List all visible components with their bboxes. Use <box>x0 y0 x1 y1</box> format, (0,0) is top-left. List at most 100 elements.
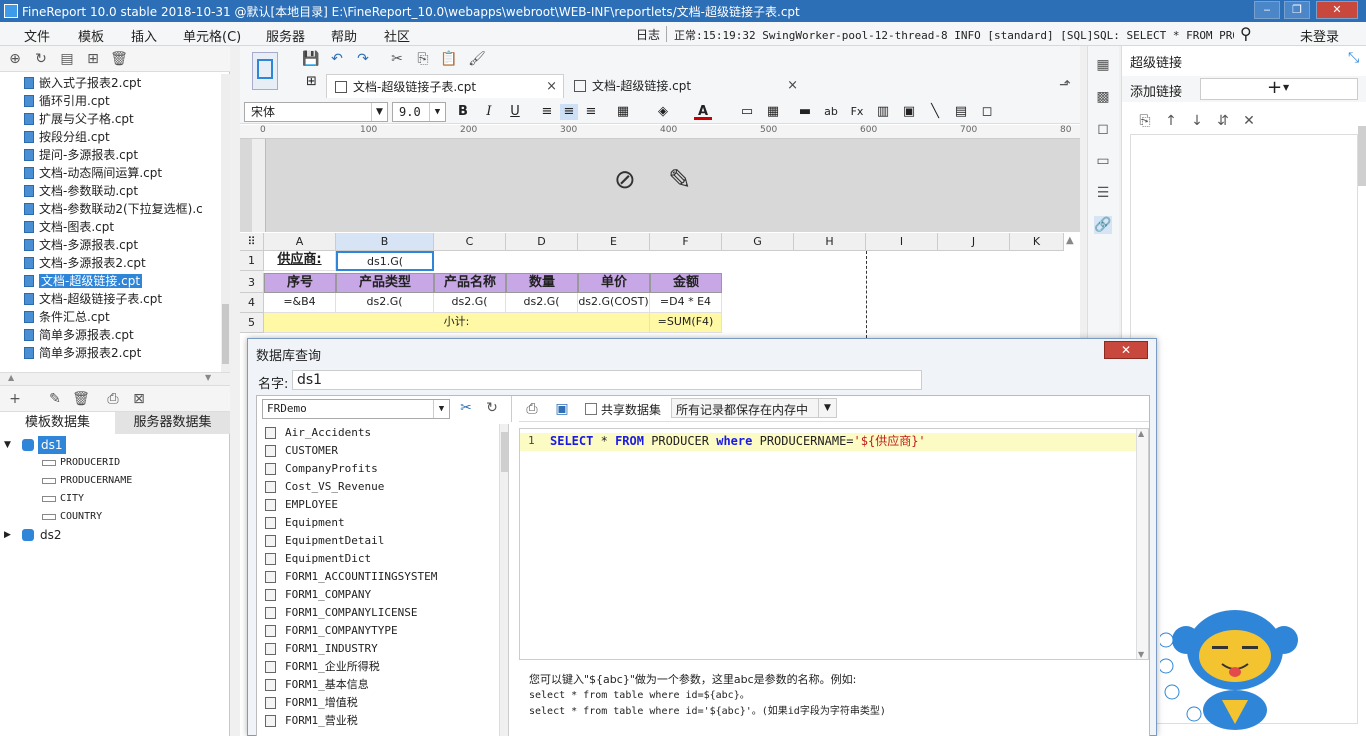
data-cell[interactable]: ds2.G( <box>506 293 578 313</box>
cell-attr-icon[interactable]: ▦ <box>1094 56 1112 74</box>
table-item[interactable]: EquipmentDetail <box>259 532 508 550</box>
login-status[interactable]: 未登录 <box>1300 26 1339 45</box>
file-item[interactable]: 文档-参数联动2(下拉复选框).c <box>0 200 220 218</box>
cut-icon[interactable]: ✂ <box>388 50 406 68</box>
data-cell[interactable]: ds2.G( <box>336 293 434 313</box>
cell-grid-icon[interactable]: ⊞ <box>306 74 317 89</box>
preview-icon[interactable]: ⎙ <box>104 390 122 408</box>
share-dataset-checkbox[interactable] <box>585 403 597 415</box>
header-cell[interactable]: 金额 <box>650 273 722 293</box>
table-item[interactable]: FORM1_COMPANYLICENSE <box>259 604 508 622</box>
dataset-name-input[interactable]: ds1 <box>292 370 922 390</box>
fill-color-icon[interactable]: ◈ <box>654 104 672 120</box>
copy-link-icon[interactable]: ⎘ <box>1136 112 1154 130</box>
cache-mode-select[interactable]: 所有记录都保存在内存中 ▼ <box>671 398 837 418</box>
table-item[interactable]: Equipment <box>259 514 508 532</box>
column-header[interactable]: K <box>1010 233 1064 251</box>
menu-help[interactable]: 帮助 <box>331 26 357 45</box>
align-left-icon[interactable]: ≡ <box>538 104 556 120</box>
sql-editor[interactable]: 1 SELECT * FROM PRODUCER where PRODUCERN… <box>519 428 1149 660</box>
align-center-icon[interactable]: ≡ <box>560 104 578 120</box>
refresh-tables-icon[interactable]: ↻ <box>483 399 501 417</box>
delete-dataset-icon[interactable]: 🗑 <box>72 390 90 408</box>
file-item[interactable]: 文档-超级链接子表.cpt <box>0 290 220 308</box>
locate-icon[interactable]: ⊞ <box>84 50 102 68</box>
table-item[interactable]: FORM1_INDUSTRY <box>259 640 508 658</box>
cell-b1[interactable]: ds1.G( <box>336 251 434 271</box>
search-icon[interactable]: ⚲ <box>1240 24 1252 43</box>
file-item[interactable]: 循环引用.cpt <box>0 92 220 110</box>
edit-pencil-icon[interactable]: ✎ <box>668 163 691 196</box>
more-insert-icon[interactable]: ◻ <box>978 104 996 120</box>
header-cell[interactable]: 产品类型 <box>336 273 434 293</box>
select-all-corner[interactable]: ⠿ <box>240 233 264 251</box>
menu-file[interactable]: 文件 <box>24 26 50 45</box>
database-select[interactable]: FRDemo ▼ <box>262 399 450 419</box>
open-icon[interactable]: ▤ <box>58 50 76 68</box>
file-item[interactable]: 文档-多源报表.cpt <box>0 236 220 254</box>
column-header[interactable]: C <box>434 233 506 251</box>
file-item[interactable]: 文档-超级链接.cpt <box>0 272 220 290</box>
parameter-icon[interactable]: ⊠ <box>130 390 148 408</box>
restore-button[interactable]: ❐ <box>1284 1 1310 19</box>
merge-cells-icon[interactable]: ▭ <box>738 104 756 120</box>
file-item[interactable]: 文档-动态隔间运算.cpt <box>0 164 220 182</box>
row-header[interactable]: 3 <box>240 273 264 293</box>
move-down-icon[interactable]: ↓ <box>1188 112 1206 130</box>
column-header[interactable]: A <box>264 233 336 251</box>
header-cell[interactable]: 产品名称 <box>434 273 506 293</box>
data-cell[interactable]: =D4 * E4 <box>650 293 722 313</box>
image-icon[interactable]: ▣ <box>900 104 918 120</box>
column-header[interactable]: E <box>578 233 650 251</box>
field-country[interactable]: COUNTRY <box>0 508 230 526</box>
header-cell[interactable]: 单价 <box>578 273 650 293</box>
add-link-button[interactable]: + ▼ <box>1200 77 1358 100</box>
row-header[interactable]: 1 <box>240 251 264 271</box>
paste-icon[interactable]: 📋 <box>440 50 458 68</box>
split-cells-icon[interactable]: ▦ <box>764 104 782 120</box>
tree-node-ds2[interactable]: ▶ ds2 <box>0 526 230 544</box>
bold-icon[interactable]: B <box>454 104 472 120</box>
file-item[interactable]: 简单多源报表.cpt <box>0 326 220 344</box>
minimize-button[interactable]: ‒ <box>1254 1 1280 19</box>
menu-template[interactable]: 模板 <box>78 26 104 45</box>
menu-community[interactable]: 社区 <box>384 26 410 45</box>
table-item[interactable]: EquipmentDict <box>259 550 508 568</box>
delete-icon[interactable]: 🗑 <box>110 50 128 68</box>
subtotal-formula-cell[interactable]: =SUM(F4) <box>650 313 722 333</box>
save-icon[interactable]: 💾 <box>302 50 320 68</box>
cell-a1[interactable]: 供应商: <box>264 251 336 271</box>
table-item[interactable]: FORM1_COMPANY <box>259 586 508 604</box>
condition-attr-icon[interactable]: ▩ <box>1094 88 1112 106</box>
tab-server-datasets[interactable]: 服务器数据集 <box>115 412 230 434</box>
grid-scroll-up[interactable]: ▲ <box>1066 235 1074 246</box>
data-column-icon[interactable]: ☰ <box>1094 184 1112 202</box>
file-item[interactable]: 嵌入式子报表2.cpt <box>0 74 220 92</box>
panel-scrollbar[interactable] <box>1358 126 1366 186</box>
file-item[interactable]: 条件汇总.cpt <box>0 308 220 326</box>
table-item[interactable]: EMPLOYEE <box>259 496 508 514</box>
format-painter-icon[interactable]: 🖌 <box>468 50 486 68</box>
data-cell[interactable]: =&B4 <box>264 293 336 313</box>
data-cell[interactable]: ds2.G( <box>434 293 506 313</box>
column-header[interactable]: D <box>506 233 578 251</box>
data-cell[interactable]: ds2.G(COST) <box>578 293 650 313</box>
file-item[interactable]: 按段分组.cpt <box>0 128 220 146</box>
border-icon[interactable]: ▦ <box>614 104 632 120</box>
close-window-button[interactable]: ✕ <box>1316 1 1358 19</box>
table-item[interactable]: CUSTOMER <box>259 442 508 460</box>
field-city[interactable]: CITY <box>0 490 230 508</box>
table-item[interactable]: CompanyProfits <box>259 460 508 478</box>
undo-icon[interactable]: ↶ <box>328 50 346 68</box>
hide-icon[interactable]: ⊘ <box>614 165 636 195</box>
sql-scrollbar[interactable]: ▲ ▼ <box>1136 429 1148 659</box>
table-item[interactable]: FORM1_增值税 <box>259 694 508 712</box>
template-preview-icon[interactable] <box>252 52 278 90</box>
new-folder-icon[interactable]: ⊕ <box>6 50 24 68</box>
table-item[interactable]: FORM1_企业所得税 <box>259 658 508 676</box>
table-item[interactable]: FORM1_基本信息 <box>259 676 508 694</box>
file-item[interactable]: 文档-图表.cpt <box>0 218 220 236</box>
refresh-icon[interactable]: ↻ <box>32 50 50 68</box>
file-item[interactable]: 扩展与父子格.cpt <box>0 110 220 128</box>
column-header[interactable]: J <box>938 233 1010 251</box>
